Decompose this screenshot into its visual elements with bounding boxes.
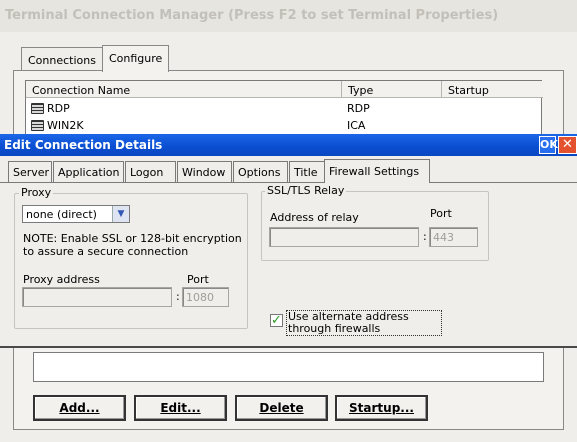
table-row[interactable]: RDP RDP bbox=[26, 100, 541, 116]
tab-logon[interactable]: Logon bbox=[125, 161, 176, 182]
proxy-port-separator: : bbox=[176, 290, 180, 303]
proxy-address-label: Proxy address bbox=[23, 273, 100, 286]
relay-port-field[interactable]: 443 bbox=[429, 227, 478, 247]
tab-server[interactable]: Server bbox=[8, 161, 52, 182]
proxy-port-field[interactable]: 1080 bbox=[182, 287, 229, 307]
tab-window[interactable]: Window bbox=[177, 161, 232, 182]
relay-port-label: Port bbox=[430, 207, 452, 220]
startup-button[interactable]: Startup... bbox=[335, 395, 428, 421]
tab-title[interactable]: Title bbox=[289, 161, 325, 182]
tab-firewall-settings[interactable]: Firewall Settings bbox=[324, 159, 430, 183]
edit-button[interactable]: Edit... bbox=[134, 395, 227, 421]
delete-button-label: Delete bbox=[259, 401, 304, 415]
relay-address-field[interactable] bbox=[269, 227, 419, 247]
proxy-type-select[interactable]: none (direct) ▼ bbox=[22, 205, 130, 223]
column-header-name[interactable]: Connection Name bbox=[26, 81, 342, 98]
add-button[interactable]: Add... bbox=[33, 395, 126, 421]
tab-configure[interactable]: Configure bbox=[102, 45, 170, 72]
tabstrip-divider bbox=[0, 182, 577, 183]
connection-list[interactable]: Connection Name Type Startup RDP RDP WIN… bbox=[25, 80, 543, 140]
ssl-relay-group-label: SSL/TLS Relay bbox=[265, 184, 347, 197]
tab-options[interactable]: Options bbox=[233, 161, 288, 182]
startup-button-label: Startup... bbox=[349, 401, 414, 415]
alternate-address-label[interactable]: Use alternate address through firewalls bbox=[286, 310, 442, 336]
ok-button[interactable]: OK bbox=[539, 136, 558, 154]
proxy-address-field[interactable] bbox=[22, 287, 172, 307]
details-list[interactable] bbox=[33, 352, 544, 382]
column-header-type[interactable]: Type bbox=[342, 81, 442, 98]
table-row[interactable]: WIN2K ICA bbox=[26, 117, 541, 133]
background-window-title: Terminal Connection Manager (Press F2 to… bbox=[0, 0, 577, 32]
close-button[interactable]: ✕ bbox=[558, 136, 577, 154]
chevron-down-icon[interactable]: ▼ bbox=[112, 206, 129, 222]
proxy-port-label: Port bbox=[187, 273, 209, 286]
connection-type: ICA bbox=[347, 119, 366, 132]
ssl-relay-group bbox=[261, 191, 489, 261]
computer-icon bbox=[31, 120, 44, 131]
column-header-startup[interactable]: Startup bbox=[442, 81, 543, 98]
edit-button-label: Edit... bbox=[160, 401, 201, 415]
proxy-group-label: Proxy bbox=[19, 186, 54, 199]
connection-type: RDP bbox=[347, 102, 370, 115]
computer-icon bbox=[31, 103, 44, 114]
connection-name: RDP bbox=[47, 102, 70, 115]
relay-address-label: Address of relay bbox=[270, 211, 359, 224]
proxy-note: NOTE: Enable SSL or 128-bit encryption t… bbox=[23, 232, 242, 258]
tab-application[interactable]: Application bbox=[53, 161, 124, 182]
proxy-type-value: none (direct) bbox=[26, 208, 97, 221]
alternate-address-checkbox[interactable]: ✓ bbox=[270, 314, 283, 327]
tab-connections[interactable]: Connections bbox=[21, 47, 103, 71]
edit-connection-dialog: Edit Connection Details OK ✕ Server Appl… bbox=[0, 134, 577, 348]
delete-button[interactable]: Delete bbox=[235, 395, 328, 421]
connection-name: WIN2K bbox=[47, 119, 84, 132]
add-button-label: Add... bbox=[59, 401, 100, 415]
dialog-title: Edit Connection Details bbox=[0, 134, 577, 156]
relay-port-separator: : bbox=[423, 230, 427, 243]
